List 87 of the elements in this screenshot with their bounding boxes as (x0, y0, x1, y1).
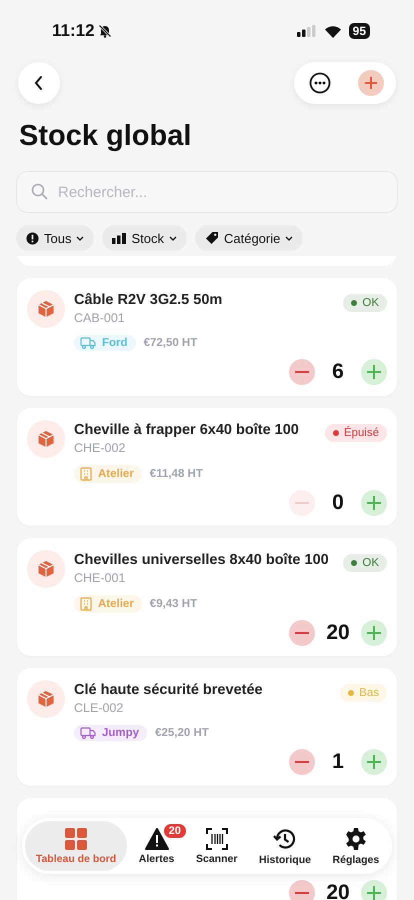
history-icon (272, 826, 297, 850)
box-icon (37, 430, 55, 448)
location-tag: Ford (74, 335, 136, 351)
chevron-down-icon (76, 236, 84, 240)
filter-chip[interactable]: Stock (102, 225, 187, 251)
product-code: CHE-002 (74, 441, 126, 455)
box-icon (37, 690, 55, 708)
back-button[interactable] (18, 62, 60, 104)
quantity: 20 (325, 881, 351, 900)
increase-button[interactable] (361, 880, 387, 900)
chevron-down-icon (168, 236, 177, 240)
grid-icon (65, 828, 87, 850)
product-card[interactable]: Clé haute sécurité brevetée CLE-002 Jumpy €25,20 HT Bas 1 (17, 668, 397, 786)
chevron-left-icon (33, 75, 45, 91)
plus-icon (367, 886, 381, 900)
tab[interactable]: Scanner (186, 821, 248, 871)
increase-button[interactable] (361, 490, 387, 516)
product-name: Câble R2V 3G2.5 50m (74, 292, 224, 308)
minus-icon (295, 761, 309, 764)
box-icon (37, 300, 55, 318)
price: €11,48 HT (150, 468, 203, 480)
product-name: Clé haute sécurité brevetée (74, 682, 264, 698)
minus-icon (295, 892, 309, 894)
quantity: 20 (325, 620, 351, 645)
settings-icon (344, 826, 368, 850)
location-tag: Atelier (74, 465, 142, 483)
quantity: 0 (331, 490, 345, 515)
bell-off-icon (98, 24, 112, 38)
add-button[interactable] (358, 70, 384, 96)
decrease-button[interactable] (289, 620, 315, 646)
building-icon (80, 467, 92, 481)
signal-icon (296, 25, 317, 37)
price: €72,50 HT (144, 337, 198, 349)
building-icon (80, 597, 92, 611)
quantity: 6 (331, 360, 345, 384)
decrease-button[interactable] (289, 880, 315, 900)
tab[interactable]: Historique (249, 821, 321, 871)
minus-icon (295, 502, 309, 504)
more-icon (308, 72, 330, 94)
price: €25,20 HT (155, 727, 209, 739)
product-name: Cheville à frapper 6x40 boîte 100 (74, 422, 300, 438)
quantity: 1 (331, 750, 345, 774)
search-field[interactable]: Rechercher... (16, 171, 398, 213)
tab[interactable]: Réglages (322, 821, 390, 871)
increase-button[interactable] (361, 359, 387, 386)
decrease-button[interactable] (289, 749, 315, 776)
truck-icon (80, 337, 96, 349)
increase-button[interactable] (361, 620, 387, 646)
search-icon (31, 183, 48, 200)
product-card[interactable]: Chevilles universelles 8x40 boîte 100 CHE-001 Atelier €9,43 HT OK 20 (17, 538, 397, 656)
plus-icon (367, 365, 381, 380)
filter-chip[interactable]: Tous (16, 225, 94, 251)
chevron-down-icon (285, 236, 294, 240)
plus-icon (367, 755, 381, 770)
truck-icon (80, 727, 96, 739)
minus-icon (295, 632, 309, 634)
clock-time: 11:12 (52, 21, 95, 41)
plus-icon (367, 626, 381, 640)
status-badge: Épuisé (324, 424, 387, 442)
product-name: Chevilles universelles 8x40 boîte 100 (74, 552, 330, 568)
status-badge: OK (343, 554, 387, 572)
status-badge: OK (343, 294, 387, 312)
filter-chip[interactable]: Catégorie (194, 225, 304, 251)
tag-icon (204, 231, 219, 245)
status-badge: Bas (340, 684, 387, 702)
wifi-icon (324, 24, 342, 38)
location-tag: Atelier (74, 595, 142, 613)
price: €9,43 HT (150, 598, 198, 610)
product-card[interactable]: Cheville à frapper 6x40 boîte 100 CHE-002 Atelier €11,48 HT Épuisé 0 (17, 408, 397, 526)
box-icon (37, 560, 55, 578)
location-tag: Jumpy (74, 725, 148, 741)
warning-icon (144, 828, 169, 850)
plus-icon (367, 496, 381, 510)
alert-count-badge: 20 (162, 822, 188, 840)
increase-button[interactable] (361, 749, 387, 776)
product-card[interactable]: Câble R2V 3G2.5 50m CAB-001 Ford €72,50 HT OK 6 (17, 278, 397, 396)
bars-icon (112, 232, 126, 244)
battery-level: 95 (348, 23, 370, 39)
product-code: CLE-002 (74, 701, 124, 715)
product-code: CAB-001 (74, 311, 126, 325)
alert-icon (26, 232, 39, 244)
page-title: Stock global (19, 120, 192, 153)
minus-icon (295, 371, 309, 374)
barcode-scan-icon (206, 828, 228, 850)
plus-icon (364, 76, 378, 90)
decrease-button[interactable] (289, 359, 315, 386)
product-code: CHE-001 (74, 571, 126, 585)
